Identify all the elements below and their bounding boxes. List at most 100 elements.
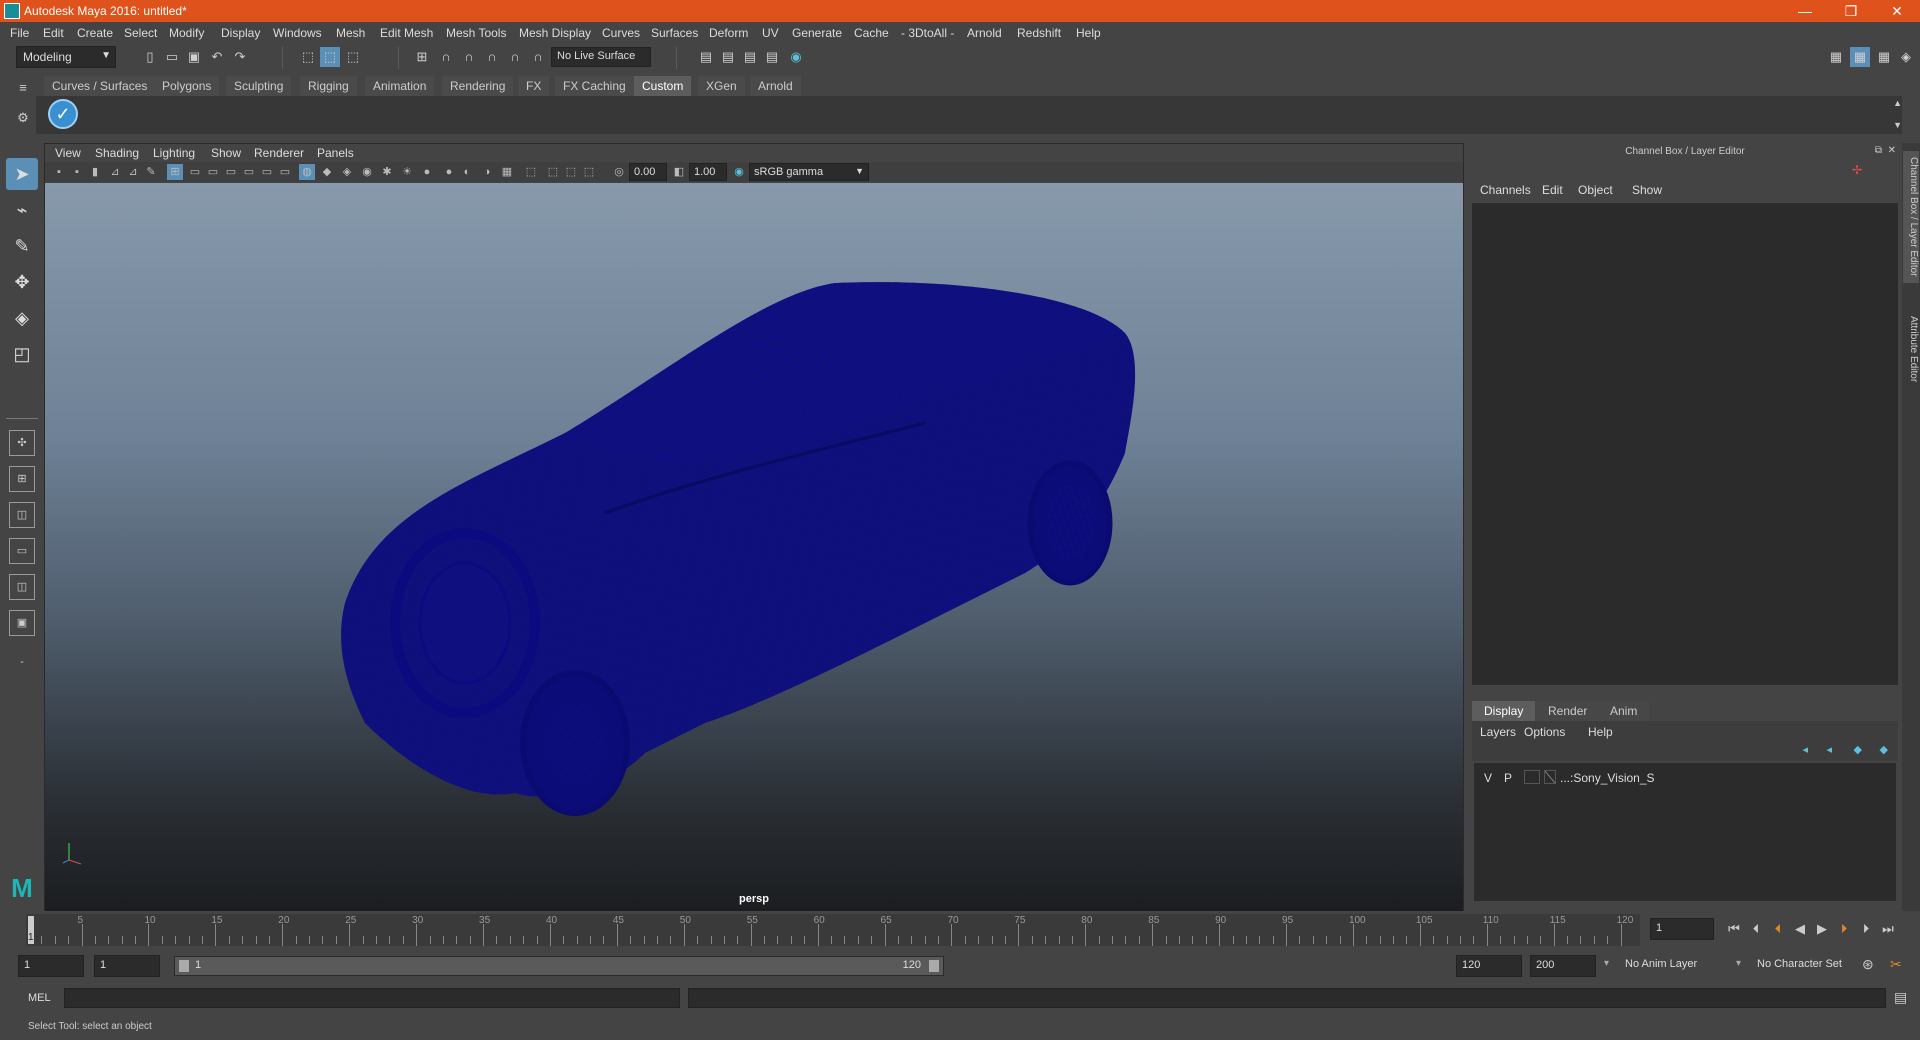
ambient-occlusion-icon[interactable]: ● <box>419 164 435 180</box>
range-end-handle[interactable] <box>929 960 939 972</box>
four-view-layout-icon[interactable]: ⊞ <box>9 466 35 492</box>
script-editor-icon[interactable]: ▤ <box>1894 989 1907 1006</box>
perspective-viewport[interactable]: persp <box>45 183 1463 911</box>
undo-icon[interactable]: ↶ <box>207 47 227 67</box>
menu-mesh[interactable]: Mesh <box>336 26 365 40</box>
workspace-layout-icon[interactable]: ▦ <box>1826 47 1846 67</box>
viewport-menu-view[interactable]: View <box>55 146 81 160</box>
minimize-button[interactable]: — <box>1782 0 1828 22</box>
channel-menu-show[interactable]: Show <box>1632 183 1662 197</box>
menu-arnold[interactable]: Arnold <box>967 26 1002 40</box>
menu-file[interactable]: File <box>10 26 29 40</box>
hypershade-icon[interactable]: ◉ <box>786 47 806 67</box>
shadows-icon[interactable]: ☀ <box>399 164 415 180</box>
viewport-menu-renderer[interactable]: Renderer <box>254 146 304 160</box>
wireframe-on-shaded-icon[interactable]: ◈ <box>339 164 355 180</box>
new-scene-icon[interactable]: ▯ <box>140 47 160 67</box>
command-language-label[interactable]: MEL <box>28 992 51 1004</box>
lasso-tool-icon[interactable]: ⌁ <box>6 194 38 226</box>
step-forward-frame-icon[interactable]: ⏵ <box>1856 918 1876 940</box>
chevron-down-icon[interactable]: ▾ <box>1604 958 1609 969</box>
start-time-field[interactable]: 1 <box>18 955 84 977</box>
textured-icon[interactable]: ◉ <box>359 164 375 180</box>
move-tool-icon[interactable]: ✥ <box>6 266 38 298</box>
move-layer-up-icon[interactable]: ◂ <box>1802 743 1808 756</box>
shelf-tab-rendering[interactable]: Rendering <box>442 76 514 96</box>
resolution-gate-icon[interactable]: ▭ <box>205 164 221 180</box>
shelf-tab-arnold[interactable]: Arnold <box>750 76 801 96</box>
end-time-field[interactable]: 200 <box>1530 955 1596 977</box>
camera-attributes-icon[interactable]: ▪ <box>69 164 85 180</box>
menu-curves[interactable]: Curves <box>602 26 640 40</box>
layer-row[interactable]: V P ...:Sony_Vision_S <box>1478 769 1892 787</box>
menu-select[interactable]: Select <box>124 26 157 40</box>
channel-menu-edit[interactable]: Edit <box>1542 183 1563 197</box>
gate-mask-icon[interactable]: ▭ <box>223 164 239 180</box>
channel-menu-object[interactable]: Object <box>1578 183 1613 197</box>
snap-view-plane-icon[interactable]: ∩ <box>482 47 502 67</box>
custom-shelf-check-icon[interactable]: ✓ <box>48 99 78 129</box>
menu-help[interactable]: Help <box>1076 26 1101 40</box>
go-to-end-icon[interactable]: ⏭ <box>1878 918 1898 940</box>
layer-menu-layers[interactable]: Layers <box>1480 725 1516 739</box>
outliner-layout-icon[interactable]: ▭ <box>9 538 35 564</box>
render-current-frame-icon[interactable]: ▤ <box>718 47 738 67</box>
single-view-layout-icon[interactable]: ✣ <box>9 430 35 456</box>
go-to-start-icon[interactable]: ⏮ <box>1724 918 1744 940</box>
play-backwards-icon[interactable]: ◀ <box>1790 918 1810 940</box>
redo-icon[interactable]: ↷ <box>230 47 250 67</box>
more-layouts-icon[interactable]: - <box>9 650 35 676</box>
current-frame-field[interactable]: 1 <box>1650 918 1714 940</box>
shelf-tab-rigging[interactable]: Rigging <box>300 76 357 96</box>
depth-of-field-icon[interactable]: ◑ <box>479 164 495 180</box>
bookmark-icon[interactable]: ▮ <box>87 164 103 180</box>
layer-playback-toggle[interactable]: P <box>1504 771 1512 785</box>
step-back-frame-icon[interactable]: ⏴ <box>1746 918 1766 940</box>
xray-components-icon[interactable]: ⬚ <box>563 164 579 180</box>
shelf-tab-polygons[interactable]: Polygons <box>154 76 220 96</box>
two-pane-layout-icon[interactable]: ◫ <box>9 502 35 528</box>
film-gate-icon[interactable]: ▭ <box>187 164 203 180</box>
motion-blur-icon[interactable]: ● <box>441 164 457 180</box>
save-scene-icon[interactable]: ▣ <box>184 47 204 67</box>
shelf-menu-icon[interactable]: ≡ <box>16 78 30 98</box>
magnet-icon[interactable]: ∩ <box>528 47 548 67</box>
layer-display-type-toggle[interactable] <box>1524 770 1540 784</box>
menu-surfaces[interactable]: Surfaces <box>651 26 698 40</box>
layer-tab-render[interactable]: Render <box>1536 701 1600 721</box>
color-space-dropdown[interactable]: sRGB gamma ▼ <box>749 163 869 181</box>
shelf-tab-fx[interactable]: FX <box>518 76 550 96</box>
gamma-field[interactable]: 1.00 <box>689 163 727 181</box>
image-plane-icon[interactable]: ⊿ <box>107 164 123 180</box>
menu-generate[interactable]: Generate <box>792 26 842 40</box>
layer-visibility-toggle[interactable]: V <box>1484 771 1492 785</box>
isolate-select-icon[interactable]: ▦ <box>499 164 515 180</box>
close-button[interactable]: ✕ <box>1874 0 1920 22</box>
character-set-dropdown[interactable]: No Character Set <box>1752 955 1872 977</box>
xray-joints-icon[interactable]: ⬚ <box>545 164 561 180</box>
range-slider[interactable]: 1 120 <box>174 956 944 976</box>
select-tool-icon[interactable]: ➤ <box>6 158 38 190</box>
exposure-field[interactable]: 0.00 <box>629 163 667 181</box>
grid-toggle-icon[interactable]: ⊞ <box>167 164 183 180</box>
menu-redshift[interactable]: Redshift <box>1017 26 1061 40</box>
shelf-tab-fx-caching[interactable]: FX Caching <box>555 76 634 96</box>
grease-pencil-icon[interactable]: ✎ <box>143 164 159 180</box>
snap-live-icon[interactable]: ∩ <box>505 47 525 67</box>
chevron-down-icon[interactable]: ▾ <box>1736 958 1741 969</box>
live-surface-field[interactable]: No Live Surface <box>551 47 651 67</box>
two-d-pan-zoom-icon[interactable]: ⊿ <box>125 164 141 180</box>
layer-menu-options[interactable]: Options <box>1524 725 1565 739</box>
graph-layout-icon[interactable]: ◫ <box>9 574 35 600</box>
menu-windows[interactable]: Windows <box>273 26 322 40</box>
menu-display[interactable]: Display <box>221 26 260 40</box>
anti-aliasing-icon[interactable]: ◐ <box>459 164 475 180</box>
viewport-menu-panels[interactable]: Panels <box>317 146 354 160</box>
snap-curve-icon[interactable]: ∩ <box>436 47 456 67</box>
auto-key-icon[interactable]: ⊛ <box>1862 956 1874 973</box>
viewport-menu-shading[interactable]: Shading <box>95 146 139 160</box>
exposure-icon[interactable]: ◎ <box>611 164 627 180</box>
viewport-menu-show[interactable]: Show <box>211 146 241 160</box>
menu-create[interactable]: Create <box>77 26 113 40</box>
menu-edit[interactable]: Edit <box>43 26 64 40</box>
